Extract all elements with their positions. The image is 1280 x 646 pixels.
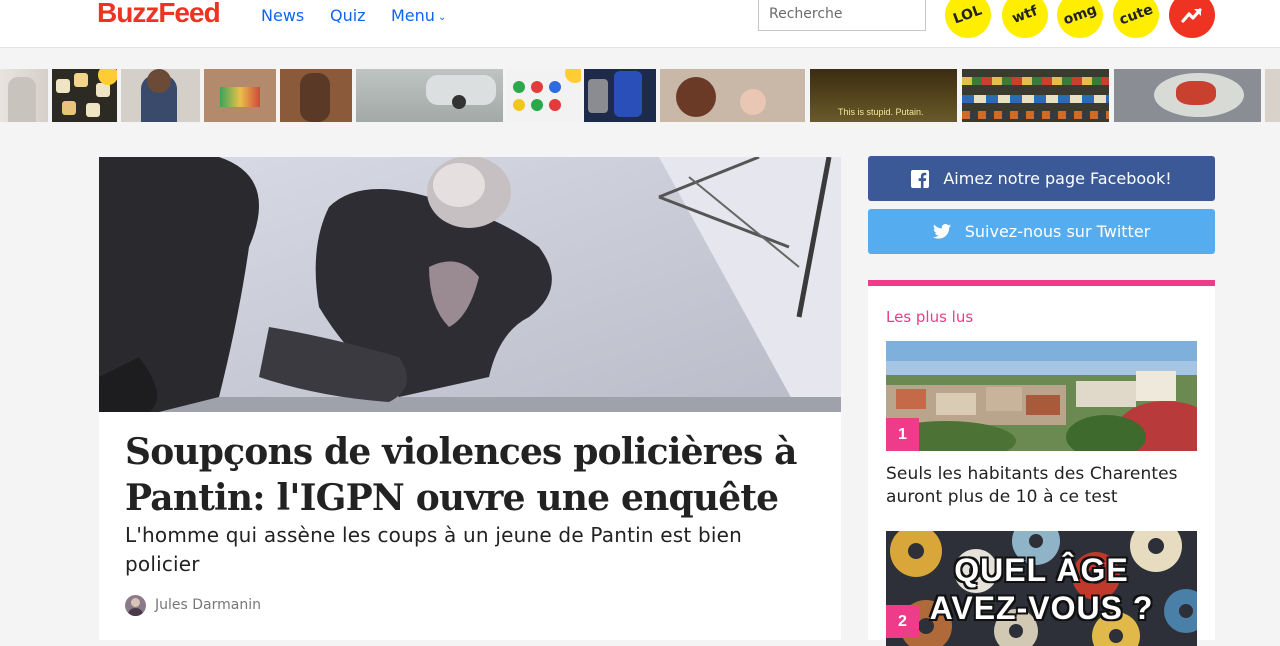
badge-lol-label: LOL — [951, 2, 985, 28]
search-input[interactable]: Recherche — [758, 0, 926, 31]
thumbnail[interactable] — [204, 69, 276, 122]
badge-omg-label: omg — [1061, 1, 1099, 29]
nav-quiz[interactable]: Quiz — [330, 6, 366, 25]
most-read-title: Les plus lus — [886, 308, 974, 326]
buzzfeed-logo[interactable]: BuzzFeed — [97, 0, 221, 30]
author-name[interactable]: Jules Darmanin — [155, 597, 261, 613]
badge-cute-label: cute — [1117, 1, 1155, 29]
most-read-item-1-image[interactable]: 1 — [886, 341, 1197, 451]
featured-article-card[interactable]: Soupçons de violences policières à Panti… — [99, 157, 841, 640]
facebook-like-button[interactable]: Aimez notre page Facebook! — [868, 156, 1215, 201]
twitter-follow-button[interactable]: Suivez-nous sur Twitter — [868, 209, 1215, 254]
thumbnail[interactable] — [356, 69, 503, 122]
article-hero-image[interactable] — [99, 157, 841, 412]
thumbnail[interactable] — [52, 69, 117, 122]
thumbnail[interactable] — [1265, 69, 1280, 122]
thumbnail[interactable] — [121, 69, 200, 122]
thumbnail[interactable] — [1114, 69, 1261, 122]
rank-badge: 1 — [886, 418, 919, 451]
twitter-bird-icon — [932, 224, 951, 239]
most-read-item-2-image[interactable]: QUEL ÂGE AVEZ-VOUS ? 2 — [886, 531, 1197, 646]
article-headline[interactable]: Soupçons de violences policières à Panti… — [125, 429, 805, 521]
badge-omg[interactable]: omg — [1057, 0, 1103, 38]
thumbnail[interactable] — [507, 69, 581, 122]
thumbnail[interactable] — [962, 69, 1109, 122]
site-header: BuzzFeed News Quiz Menu ⌄ Recherche LOL w… — [0, 0, 1280, 48]
chevron-down-icon: ⌄ — [437, 12, 447, 23]
twitter-follow-label: Suivez-nous sur Twitter — [964, 222, 1151, 241]
badge-wtf-label: wtf — [1010, 3, 1040, 27]
badge-lol[interactable]: LOL — [945, 0, 991, 38]
quiz-overlay-line-2: AVEZ-VOUS ? — [929, 590, 1154, 626]
hero-scene — [99, 157, 841, 412]
trending-arrow-icon — [1181, 8, 1202, 23]
thumbnail[interactable]: This is stupid. Putain. — [810, 69, 957, 122]
author-byline[interactable]: Jules Darmanin — [125, 594, 261, 616]
thumbnail[interactable] — [660, 69, 805, 122]
most-read-item-1-title[interactable]: Seuls les habitants des Charentes auront… — [886, 463, 1206, 509]
rank-badge: 2 — [886, 605, 919, 638]
thumbnail[interactable] — [280, 69, 352, 122]
article-dek: L'homme qui assène les coups à un jeune … — [125, 523, 743, 576]
trending-thumbnail-strip: This is stupid. Putain. — [0, 69, 1280, 122]
badge-wtf[interactable]: wtf — [1002, 0, 1048, 38]
avatar — [125, 594, 146, 616]
nav-news[interactable]: News — [261, 6, 304, 25]
thumbnail[interactable] — [584, 69, 656, 122]
facebook-like-label: Aimez notre page Facebook! — [943, 169, 1172, 188]
thumbnail[interactable] — [0, 69, 48, 122]
most-read-panel: Les plus lus 1 Seuls les habitants des C… — [868, 280, 1215, 646]
trending-button[interactable] — [1169, 0, 1215, 38]
city-view-image — [886, 341, 1197, 451]
nav-menu[interactable]: Menu ⌄ — [391, 6, 446, 25]
quiz-overlay-line-1: QUEL ÂGE — [954, 552, 1129, 588]
badge-cute[interactable]: cute — [1113, 0, 1159, 38]
nav-menu-label: Menu — [391, 6, 435, 25]
thumbnail-caption: This is stupid. Putain. — [838, 107, 924, 117]
facebook-icon — [911, 169, 930, 188]
